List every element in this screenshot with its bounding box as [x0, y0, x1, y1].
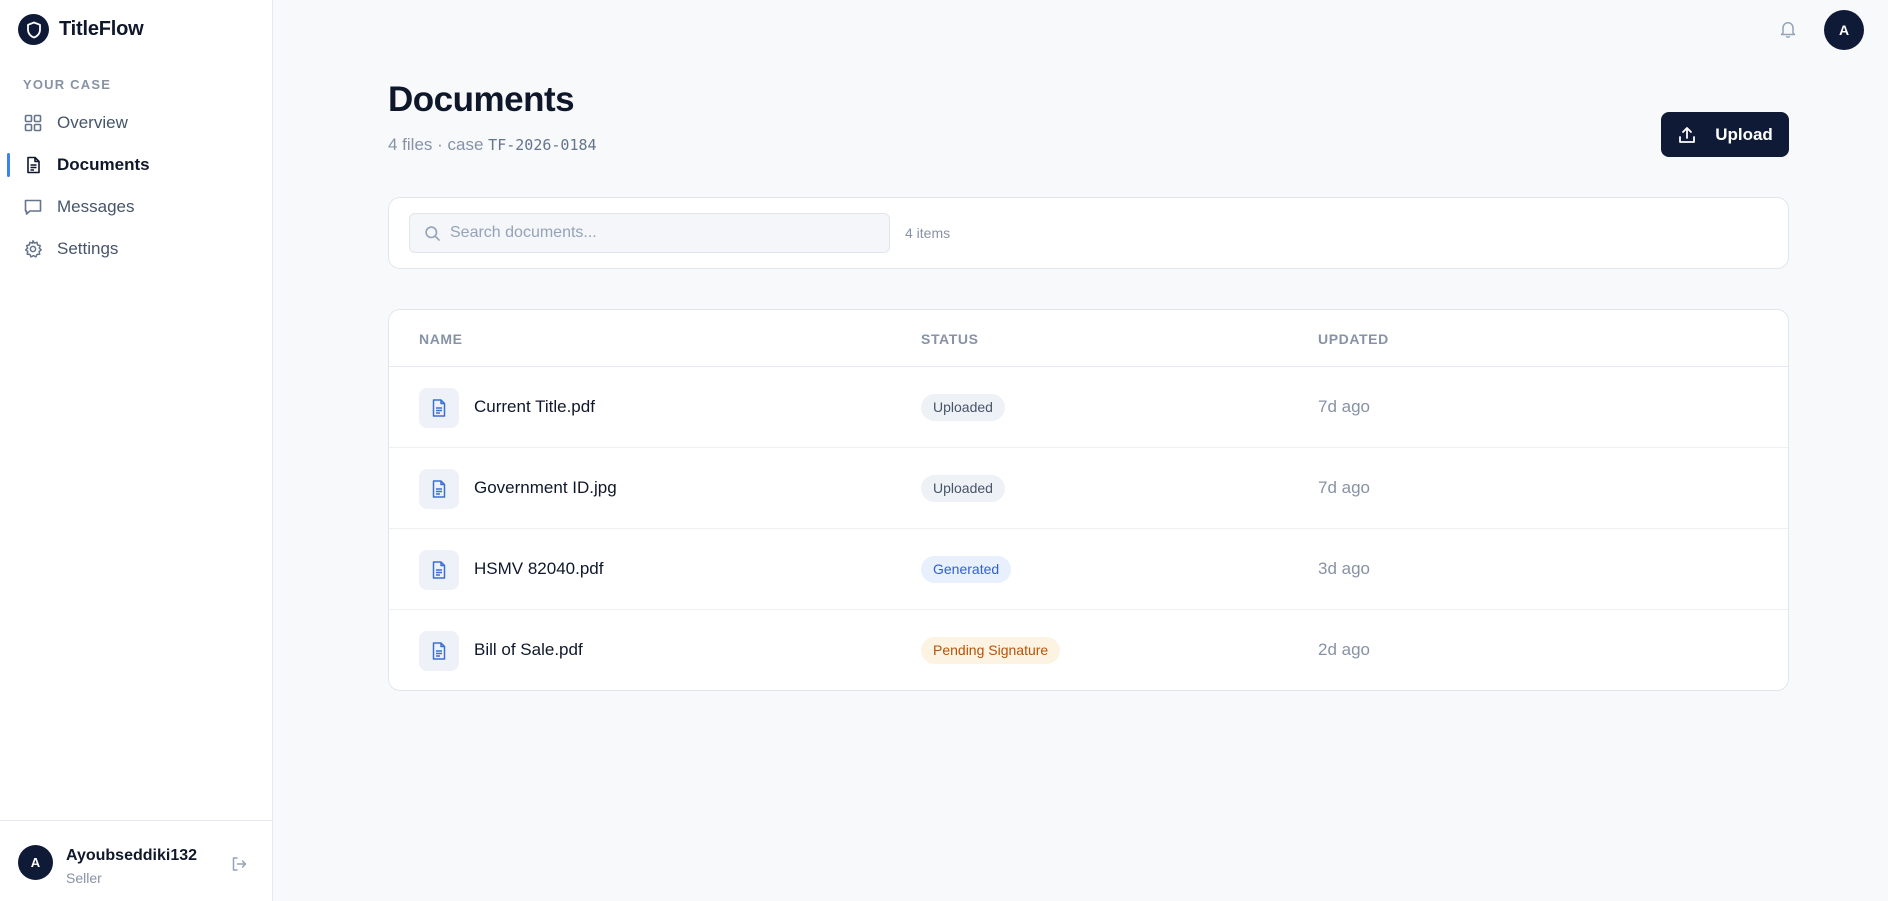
sidebar-item-settings[interactable]: Settings [0, 228, 272, 270]
sidebar-item-label: Overview [57, 113, 128, 132]
table-row[interactable]: Bill of Sale.pdf Pending Signature 2d ag… [389, 610, 1788, 690]
search-icon [424, 225, 441, 242]
logout-icon[interactable] [230, 855, 248, 873]
documents-table: NAME STATUS UPDATED Current Title.pdf Up… [388, 309, 1789, 691]
file-icon [419, 631, 459, 671]
document-icon [23, 155, 43, 175]
status-badge: Pending Signature [921, 637, 1061, 664]
user-name: Ayoubseddiki132 [66, 847, 198, 864]
updated-time: 2d ago [1318, 640, 1370, 659]
table-row[interactable]: HSMV 82040.pdf Generated 3d ago [389, 529, 1788, 610]
file-name[interactable]: Current Title.pdf [474, 397, 595, 417]
search-toolbar: 4 items [388, 197, 1789, 269]
item-count: 4 items [905, 225, 951, 241]
file-icon [419, 550, 459, 590]
updated-time: 3d ago [1318, 559, 1370, 578]
page-subtitle: 4 files · case TF-2026-0184 [388, 135, 597, 155]
file-name[interactable]: Bill of Sale.pdf [474, 640, 583, 660]
column-header-status[interactable]: STATUS [921, 331, 979, 347]
sidebar-nav: Overview Documents Messages Settings [0, 102, 272, 270]
app-name: TitleFlow [59, 18, 144, 40]
upload-icon [1677, 125, 1697, 145]
column-header-name[interactable]: NAME [419, 331, 463, 347]
bell-icon[interactable] [1778, 19, 1798, 39]
sidebar-item-label: Settings [57, 239, 119, 258]
avatar[interactable]: A [18, 845, 53, 880]
sidebar-item-overview[interactable]: Overview [0, 102, 272, 144]
file-icon [419, 388, 459, 428]
section-label: YOUR CASE [23, 77, 112, 92]
status-badge: Uploaded [921, 475, 1005, 502]
gear-icon [23, 239, 43, 259]
sidebar-item-messages[interactable]: Messages [0, 186, 272, 228]
status-badge: Generated [921, 556, 1012, 583]
message-icon [23, 197, 43, 217]
user-profile: A Ayoubseddiki132 Seller [0, 820, 272, 901]
sidebar-item-label: Messages [57, 197, 135, 216]
file-name[interactable]: Government ID.jpg [474, 478, 617, 498]
updated-time: 7d ago [1318, 478, 1370, 497]
avatar[interactable]: A [1824, 10, 1864, 50]
case-id: TF-2026-0184 [488, 136, 597, 154]
brand[interactable]: TitleFlow [18, 14, 144, 45]
sidebar-item-documents[interactable]: Documents [0, 144, 272, 186]
upload-label: Upload [1715, 124, 1773, 144]
sidebar: TitleFlow YOUR CASE Overview Documents M… [0, 0, 273, 901]
column-header-updated[interactable]: UPDATED [1318, 331, 1389, 347]
shield-logo-icon [18, 14, 49, 45]
table-header: NAME STATUS UPDATED [389, 310, 1788, 367]
file-count-text: 4 files · case [388, 135, 484, 154]
file-icon [419, 469, 459, 509]
search-box [409, 213, 890, 253]
sidebar-item-label: Documents [57, 155, 150, 174]
upload-button[interactable]: Upload [1661, 112, 1789, 157]
table-row[interactable]: Government ID.jpg Uploaded 7d ago [389, 448, 1788, 529]
search-input[interactable] [450, 214, 880, 252]
user-role: Seller [66, 870, 102, 886]
grid-icon [23, 113, 43, 133]
table-row[interactable]: Current Title.pdf Uploaded 7d ago [389, 367, 1788, 448]
updated-time: 7d ago [1318, 397, 1370, 416]
status-badge: Uploaded [921, 394, 1005, 421]
page-title: Documents [388, 80, 575, 119]
file-name[interactable]: HSMV 82040.pdf [474, 559, 603, 579]
